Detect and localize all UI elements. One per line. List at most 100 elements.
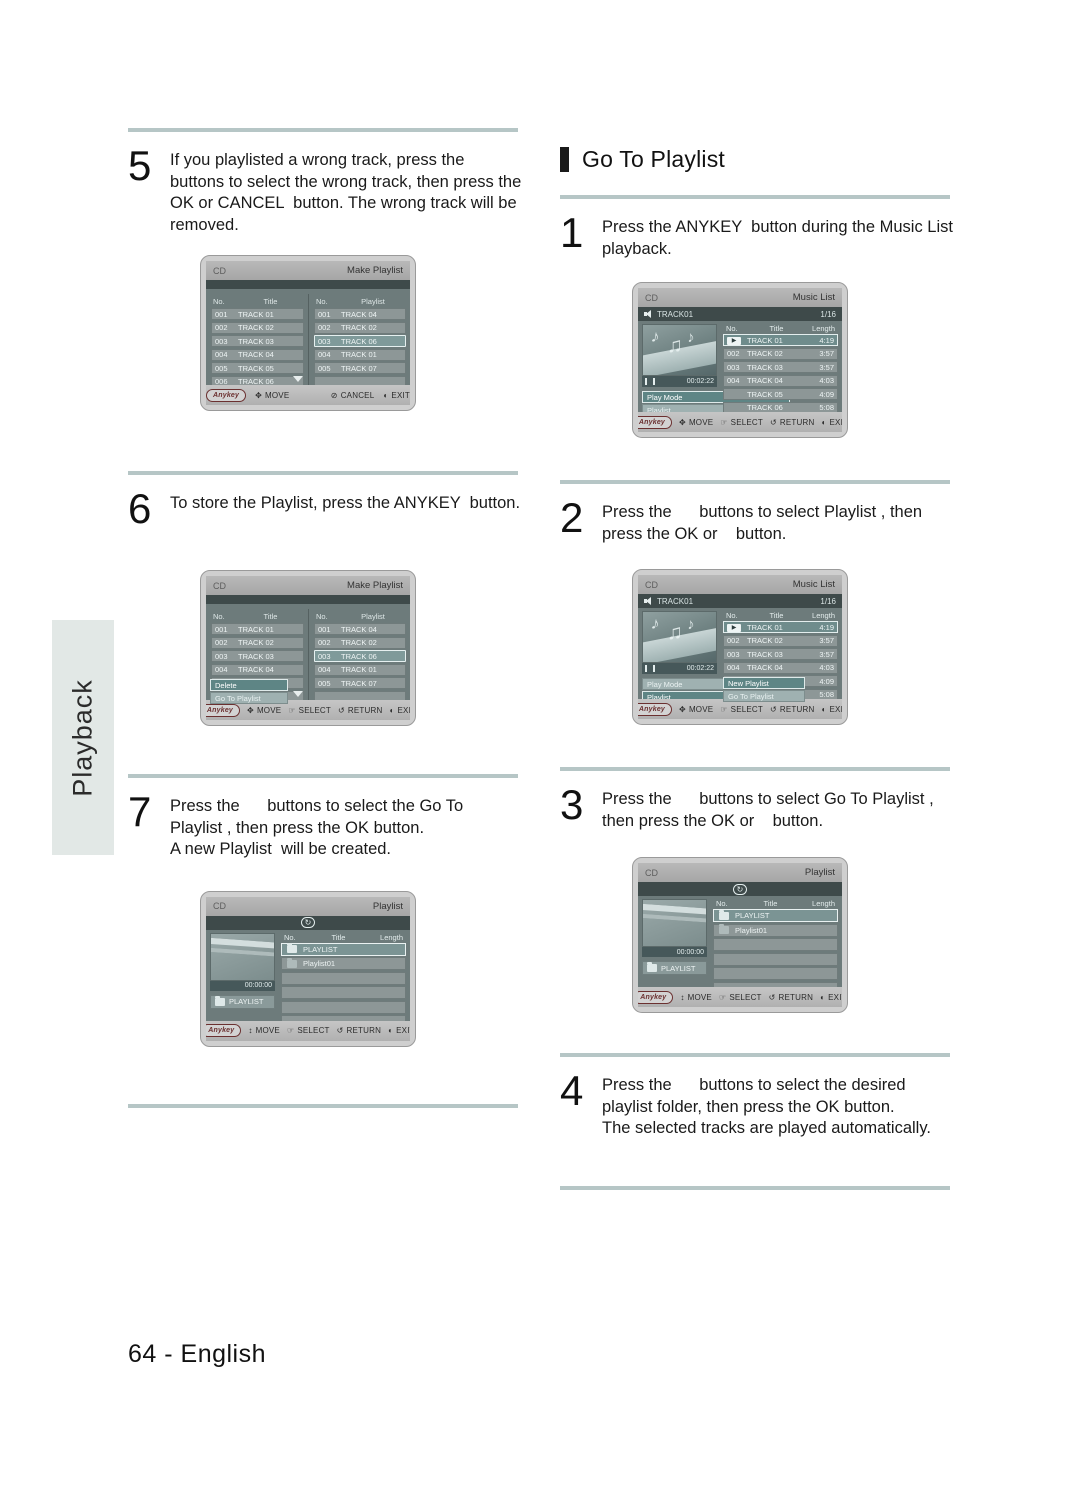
osd-subbar: TRACK01 1/16	[638, 307, 842, 321]
track-row[interactable]: 004 TRACK 04	[211, 663, 304, 676]
osd-content: No. Title 001 TRACK 01 002 TRACK 02 003 TRA…	[206, 294, 410, 401]
ok-icon: ☞	[288, 705, 296, 715]
track-row[interactable]: 002 TRACK 02	[211, 321, 304, 334]
folder-row-empty[interactable]	[281, 986, 406, 999]
hint-select: ☞ SELECT	[720, 704, 763, 714]
return-icon: ↺	[770, 417, 777, 427]
context-menu: Delete Go To Playlist	[210, 679, 288, 705]
speaker-icon	[644, 310, 653, 318]
hint-exit: ◐EXIT	[388, 1026, 410, 1035]
left-column: 5 If you playlisted a wrong track, press…	[128, 128, 523, 1108]
playlist-folder-list: No. Title Length PLAYLIST Playlist01	[278, 930, 410, 1041]
folder-row-selected[interactable]: PLAYLIST	[713, 909, 838, 922]
step-5: 5 If you playlisted a wrong track, press…	[128, 132, 523, 236]
folder-row-empty[interactable]	[713, 938, 838, 951]
step-line: removed.	[170, 215, 239, 234]
folder-icon	[719, 909, 729, 920]
track-row[interactable]: 001 TRACK 01	[211, 308, 304, 320]
menu-item-go-to-playlist[interactable]: Go To Playlist	[723, 690, 805, 702]
scroll-down-icon[interactable]	[293, 691, 303, 697]
osd-make-playlist-2: CD Make Playlist No. Title 001 TRACK 01 0…	[200, 570, 416, 726]
album-thumbnail	[642, 899, 707, 947]
playlist-row[interactable]: 002 TRACK 02	[314, 321, 406, 334]
row-title: TRACK 03	[238, 651, 274, 661]
track-row[interactable]: 004 TRACK 04 4:03	[723, 374, 838, 387]
elapsed-time: 00:00:00	[642, 947, 707, 957]
track-row-playing[interactable]: ▶ TRACK 01 4:19	[723, 334, 838, 346]
row-title: TRACK 02	[238, 638, 274, 647]
row-title: TRACK 06	[747, 403, 783, 412]
osd-subbar	[206, 595, 410, 604]
album-thumbnail	[210, 932, 275, 981]
playlist-row-selected[interactable]: 003 TRACK 06	[314, 650, 406, 662]
track-row-playing[interactable]: ▶ TRACK 01 4:19	[723, 621, 838, 633]
folder-row-empty[interactable]	[713, 967, 838, 980]
dpad-icon: ✥	[679, 417, 686, 427]
row-title: TRACK 03	[238, 336, 274, 346]
track-row[interactable]: 003 TRACK 03 3:57	[723, 361, 838, 373]
row-no: 001	[318, 624, 331, 634]
folder-row-empty[interactable]	[281, 971, 406, 985]
row-title: TRACK 02	[341, 638, 377, 647]
osd-screen: CD Make Playlist No. Title 001 TRACK 01 0…	[206, 261, 410, 405]
step-number: 4	[560, 1067, 584, 1114]
step-4: 4 Press the buttons to select the desire…	[560, 1057, 955, 1140]
anykey-badge: Anykey	[206, 388, 247, 402]
track-row[interactable]: 004 TRACK 04 4:03	[723, 661, 838, 674]
track-row[interactable]: 002 TRACK 02 3:57	[723, 347, 838, 360]
track-row[interactable]: 003 TRACK 03	[211, 335, 304, 347]
hint-move: ✥ MOVE	[679, 704, 714, 714]
anykey-badge: Anykey	[206, 1024, 242, 1037]
hint-move: ✥ MOVE	[255, 390, 290, 400]
menu-item-new-playlist[interactable]: New Playlist	[723, 677, 805, 689]
folder-row-empty[interactable]	[713, 952, 838, 966]
thumb-curve	[643, 913, 706, 946]
track-row[interactable]: 003 TRACK 03 3:57	[723, 648, 838, 660]
track-row[interactable]: 004 TRACK 04	[211, 348, 304, 361]
playlist-row-selected[interactable]: 003 TRACK 06	[314, 335, 406, 347]
anykey-badge: Anykey	[638, 415, 673, 429]
header-no: No.	[213, 612, 225, 621]
ok-icon: ☞	[286, 1026, 295, 1035]
row-no: ▶	[727, 622, 747, 632]
playlist-row[interactable]: 002 TRACK 02	[314, 636, 406, 649]
header-title: Title	[331, 932, 346, 942]
track-row[interactable]: 003 TRACK 03	[211, 650, 304, 662]
row-title: TRACK 04	[747, 663, 783, 672]
osd-titlebar: CD Music List	[638, 288, 842, 307]
menu-item-go-to-playlist[interactable]: Go To Playlist	[210, 692, 288, 704]
playlist-row[interactable]: 001 TRACK 04	[314, 623, 406, 635]
step-6: 6 To store the Playlist, press the ANYKE…	[128, 475, 523, 530]
pause-icon[interactable]	[645, 665, 655, 672]
exit-icon: ◐	[388, 1026, 394, 1035]
track-row[interactable]: 005 TRACK 05	[211, 362, 304, 374]
playlist-row[interactable]: 004 TRACK 01	[314, 348, 406, 361]
column-headers: No. Playlist	[314, 612, 406, 621]
playlist-row[interactable]: 001 TRACK 04	[314, 308, 406, 320]
playlist-row[interactable]: 004 TRACK 01	[314, 663, 406, 676]
scroll-down-icon[interactable]	[293, 376, 303, 382]
row-no: 002	[727, 349, 740, 358]
folder-row[interactable]: Playlist01	[281, 957, 406, 970]
row-length: 3:57	[819, 636, 834, 645]
playlist-row[interactable]: 005 TRACK 07	[314, 362, 406, 374]
track-row[interactable]: 001 TRACK 01	[211, 623, 304, 635]
osd-source-label: CD	[213, 265, 226, 276]
row-title: TRACK 01	[341, 350, 377, 359]
osd-content: ♪ ♫ ♪ 00:02:22 Play Mode Playlist Select…	[638, 608, 842, 716]
playlist-row[interactable]: 005 TRACK 07	[314, 677, 406, 689]
header-title: Title	[769, 611, 784, 620]
playlist-folder-list: No. Title Length PLAYLIST Playlist01	[710, 896, 842, 1007]
playlist-pane: No. Playlist 001 TRACK 04 002 TRACK 02 003…	[308, 609, 410, 716]
divider	[560, 1185, 950, 1190]
folder-row[interactable]: Playlist01	[713, 923, 838, 937]
track-row[interactable]: 002 TRACK 02 3:57	[723, 634, 838, 647]
step-2: 2 Press the buttons to select Playlist ,…	[560, 484, 955, 545]
track-row[interactable]: 002 TRACK 02	[211, 636, 304, 649]
folder-row-empty[interactable]	[281, 1000, 406, 1014]
menu-item-delete[interactable]: Delete	[210, 679, 288, 691]
pause-icon[interactable]	[645, 378, 655, 385]
track-row[interactable]: TRACK 05 4:09	[723, 388, 838, 400]
osd-titlebar: CD Playlist	[638, 863, 842, 882]
folder-row-selected[interactable]: PLAYLIST	[281, 942, 406, 956]
